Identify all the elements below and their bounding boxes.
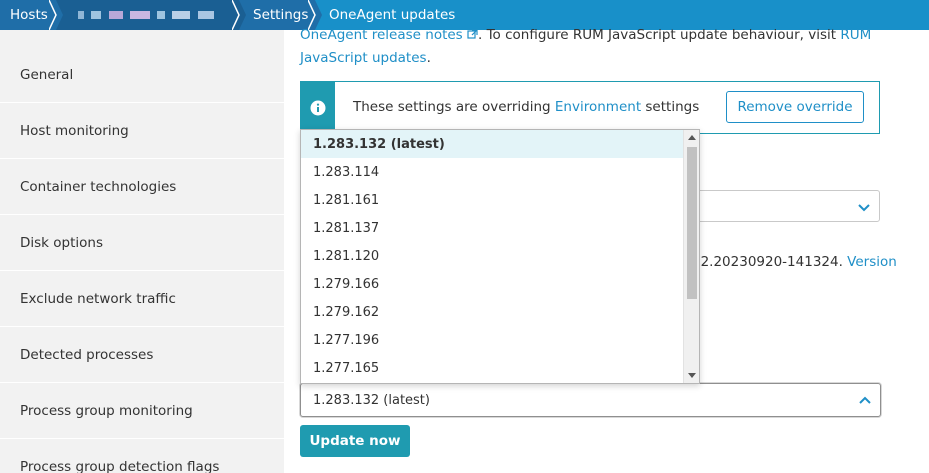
version-option[interactable]: 1.279.166 xyxy=(301,270,684,298)
environment-link[interactable]: Environment xyxy=(555,99,641,115)
breadcrumb-hosts[interactable]: Hosts xyxy=(0,0,63,30)
breadcrumb-current-label: OneAgent updates xyxy=(329,7,456,23)
version-option[interactable]: 1.283.132 (latest) xyxy=(301,130,684,158)
sidebar-item-process-group-detection-flags[interactable]: Process group detection flags xyxy=(0,439,284,473)
version-select[interactable]: 1.283.132 (latest) xyxy=(300,383,881,417)
current-version-text: 72.20230920-141324. xyxy=(692,254,848,270)
release-notes-link[interactable]: OneAgent release notes xyxy=(300,27,463,43)
breadcrumb-separator-icon xyxy=(49,0,63,30)
breadcrumb-separator-icon xyxy=(232,0,246,30)
breadcrumb-separator-icon xyxy=(308,0,322,30)
sidebar-item-label: General xyxy=(20,66,74,83)
scroll-down-arrow-icon[interactable] xyxy=(688,373,696,378)
version-select-value: 1.283.132 (latest) xyxy=(313,392,430,408)
settings-sidebar: General Host monitoring Container techno… xyxy=(0,30,284,473)
dropdown-scrollbar[interactable] xyxy=(683,130,699,383)
breadcrumb-host[interactable] xyxy=(56,0,246,30)
version-option[interactable]: 1.281.120 xyxy=(301,242,684,270)
breadcrumb-hosts-label: Hosts xyxy=(10,7,48,23)
intro-text-body: . To configure RUM JavaScript update beh… xyxy=(478,27,841,43)
chevron-down-icon xyxy=(858,204,870,212)
version-link[interactable]: Version xyxy=(847,254,897,270)
sidebar-item-disk-options[interactable]: Disk options xyxy=(0,215,284,271)
sidebar-item-label: Host monitoring xyxy=(20,122,129,139)
scroll-up-arrow-icon[interactable] xyxy=(688,135,696,140)
intro-text: OneAgent release notes . To configure RU… xyxy=(300,24,900,70)
sidebar-item-detected-processes[interactable]: Detected processes xyxy=(0,327,284,383)
override-message: These settings are overriding Environmen… xyxy=(353,99,699,115)
version-option[interactable]: 1.281.137 xyxy=(301,214,684,242)
override-prefix: These settings are overriding xyxy=(353,99,555,115)
sidebar-item-general[interactable]: General xyxy=(0,47,284,103)
override-suffix: settings xyxy=(641,99,700,115)
version-option[interactable]: 1.283.114 xyxy=(301,158,684,186)
notice-icon-column xyxy=(301,82,335,133)
update-now-button[interactable]: Update now xyxy=(300,425,410,457)
sidebar-item-label: Exclude network traffic xyxy=(20,290,176,307)
version-option[interactable]: 1.277.196 xyxy=(301,326,684,354)
external-link-icon xyxy=(467,29,478,39)
breadcrumb-settings-label: Settings xyxy=(253,7,309,23)
version-dropdown-list[interactable]: 1.283.132 (latest) 1.283.114 1.281.161 1… xyxy=(300,129,700,384)
sidebar-item-host-monitoring[interactable]: Host monitoring xyxy=(0,103,284,159)
version-option[interactable]: 1.279.162 xyxy=(301,298,684,326)
info-icon xyxy=(310,100,326,115)
redacted-hostname xyxy=(78,7,217,23)
current-version-info: 72.20230920-141324. Version xyxy=(692,254,897,270)
sidebar-item-exclude-network-traffic[interactable]: Exclude network traffic xyxy=(0,271,284,327)
sidebar-item-label: Container technologies xyxy=(20,178,177,195)
sidebar-item-label: Process group detection flags xyxy=(20,458,220,473)
intro-text-end: . xyxy=(426,50,431,66)
sidebar-item-process-group-monitoring[interactable]: Process group monitoring xyxy=(0,383,284,439)
sidebar-item-container-technologies[interactable]: Container technologies xyxy=(0,159,284,215)
override-notice: These settings are overriding Environmen… xyxy=(300,81,880,134)
sidebar-item-label: Process group monitoring xyxy=(20,402,193,419)
remove-override-button[interactable]: Remove override xyxy=(726,91,864,123)
scrollbar-thumb[interactable] xyxy=(687,147,697,299)
version-option[interactable]: 1.281.161 xyxy=(301,186,684,214)
version-option[interactable]: 1.277.165 xyxy=(301,354,684,382)
sidebar-item-label: Detected processes xyxy=(20,346,154,363)
main-content: OneAgent release notes . To configure RU… xyxy=(284,27,929,473)
sidebar-item-label: Disk options xyxy=(20,234,104,251)
chevron-up-icon xyxy=(859,396,871,404)
